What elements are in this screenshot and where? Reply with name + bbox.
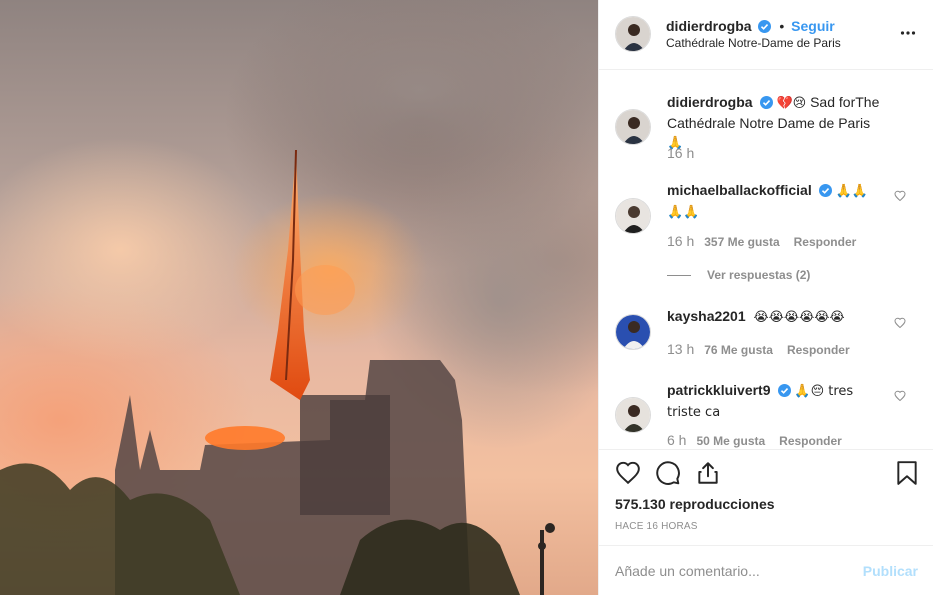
comment-username[interactable]: kaysha2201 bbox=[667, 308, 746, 324]
comment-body: michaelballackofficial 🙏🙏 🙏🙏 bbox=[667, 181, 887, 222]
comment-timestamp[interactable]: 16 h bbox=[667, 233, 694, 249]
more-options-icon[interactable] bbox=[900, 25, 916, 46]
like-comment-heart-icon[interactable] bbox=[894, 316, 906, 334]
comment-text: 😭😭😭😭😭😭 bbox=[753, 310, 845, 325]
comment-meta: 13 h 76 Me gusta Responder bbox=[667, 341, 864, 357]
commenter-avatar[interactable] bbox=[615, 198, 651, 234]
follow-button[interactable]: Seguir bbox=[791, 18, 835, 34]
caption-username[interactable]: didierdrogba bbox=[667, 94, 753, 110]
reply-button[interactable]: Responder bbox=[779, 434, 842, 448]
comment-timestamp[interactable]: 6 h bbox=[667, 432, 686, 448]
comment-icon[interactable] bbox=[655, 460, 681, 491]
like-comment-heart-icon[interactable] bbox=[894, 389, 906, 407]
caption: didierdrogba 💔😢 Sad forThe Cathédrale No… bbox=[667, 93, 887, 153]
comment-input[interactable] bbox=[615, 561, 845, 581]
post-actions: 575.130 reproducciones HACE 16 HORAS bbox=[599, 449, 933, 545]
view-replies-label: Ver respuestas (2) bbox=[707, 268, 811, 282]
comment-likes[interactable]: 76 Me gusta bbox=[704, 343, 773, 357]
publish-button[interactable]: Publicar bbox=[863, 563, 918, 579]
verified-badge-icon bbox=[777, 383, 791, 402]
comment-timestamp[interactable]: 13 h bbox=[667, 341, 694, 357]
post-header: didierdrogba • Seguir Cathédrale Notre-D… bbox=[599, 0, 933, 70]
comment-meta: 16 h 357 Me gusta Responder bbox=[667, 233, 870, 249]
view-count[interactable]: 575.130 reproducciones bbox=[615, 496, 775, 512]
caption-meta: 16 h bbox=[667, 145, 704, 161]
author-avatar[interactable] bbox=[615, 16, 651, 52]
bookmark-icon[interactable] bbox=[895, 460, 919, 491]
comment-body: patrickkluivert9 🙏😔 tres triste ca bbox=[667, 381, 887, 422]
heart-icon[interactable] bbox=[615, 460, 641, 491]
post-location[interactable]: Cathédrale Notre-Dame de Paris bbox=[666, 36, 841, 50]
add-comment-bar: Publicar bbox=[599, 545, 933, 595]
reply-button[interactable]: Responder bbox=[794, 235, 857, 249]
comment-likes[interactable]: 50 Me gusta bbox=[696, 434, 765, 448]
view-replies-button[interactable]: Ver respuestas (2) bbox=[667, 268, 810, 282]
comment-meta: 6 h 50 Me gusta Responder bbox=[667, 432, 856, 448]
header-user-line: didierdrogba • Seguir bbox=[666, 18, 835, 36]
verified-badge-icon bbox=[818, 183, 832, 202]
comment-username[interactable]: michaelballackofficial bbox=[667, 182, 812, 198]
post-timestamp[interactable]: HACE 16 HORAS bbox=[615, 521, 698, 532]
verified-badge-icon bbox=[759, 95, 773, 114]
verified-badge-icon bbox=[758, 20, 772, 36]
reply-button[interactable]: Responder bbox=[787, 343, 850, 357]
caption-author-avatar[interactable] bbox=[615, 109, 651, 145]
post-side-panel: didierdrogba • Seguir Cathédrale Notre-D… bbox=[598, 0, 933, 595]
comment-username[interactable]: patrickkluivert9 bbox=[667, 382, 771, 398]
commenter-avatar[interactable] bbox=[615, 314, 651, 350]
post-video[interactable] bbox=[0, 0, 598, 595]
divider-line bbox=[667, 275, 691, 277]
like-comment-heart-icon[interactable] bbox=[894, 189, 906, 207]
caption-emoji: 💔😢 bbox=[776, 96, 807, 111]
share-icon[interactable] bbox=[695, 460, 721, 491]
separator-dot: • bbox=[779, 18, 785, 34]
comment-likes[interactable]: 357 Me gusta bbox=[704, 235, 779, 249]
notre-dame-fire-image bbox=[0, 0, 598, 595]
comments-list[interactable]: didierdrogba 💔😢 Sad forThe Cathédrale No… bbox=[599, 71, 933, 449]
commenter-avatar[interactable] bbox=[615, 397, 651, 433]
caption-timestamp[interactable]: 16 h bbox=[667, 145, 694, 161]
author-username[interactable]: didierdrogba bbox=[666, 18, 752, 34]
comment-body: kaysha2201 😭😭😭😭😭😭 bbox=[667, 307, 887, 327]
